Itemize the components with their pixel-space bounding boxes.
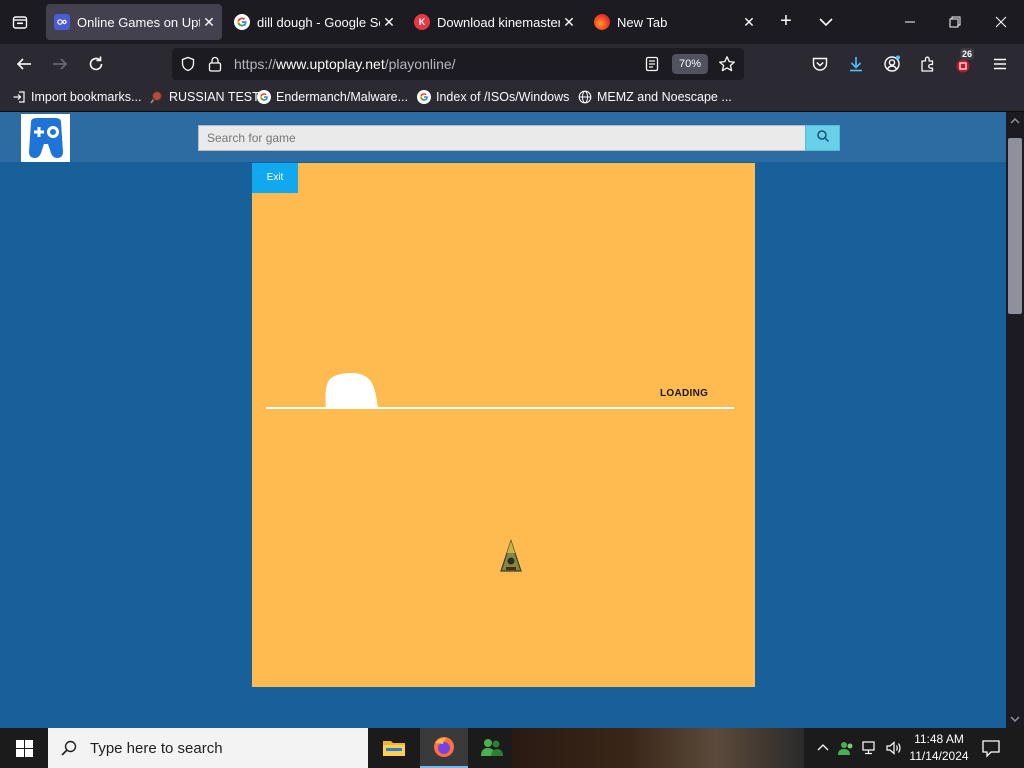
- tab-title: Download kinemaster: [437, 14, 560, 30]
- taskbar-background-image: [512, 728, 804, 768]
- search-button[interactable]: [805, 125, 840, 151]
- search-icon: [60, 739, 78, 757]
- magnifier-icon: [150, 90, 164, 104]
- windows-start-icon[interactable]: [0, 728, 48, 768]
- scroll-up-icon[interactable]: [1009, 114, 1021, 126]
- google-icon: [257, 90, 271, 104]
- bookmarks-toolbar: Import bookmarks... RUSSIAN TEST Enderma…: [0, 84, 1024, 112]
- taskbar-search-placeholder: Type here to search: [90, 739, 223, 757]
- network-icon[interactable]: [860, 738, 880, 758]
- bookmark-isos-windows[interactable]: Index of /ISOs/Windows: [417, 90, 569, 104]
- minimize-icon[interactable]: [896, 8, 924, 36]
- site-header: Search for game: [0, 112, 1006, 162]
- game-frame[interactable]: Exit LOADING: [252, 163, 755, 687]
- messenger-people-icon[interactable]: [468, 728, 516, 768]
- game-character-sprite: [498, 539, 524, 575]
- firefox-taskbar-icon[interactable]: [420, 728, 468, 768]
- exit-button[interactable]: Exit: [252, 163, 298, 193]
- bookmark-label: Index of /ISOs/Windows: [436, 90, 570, 104]
- url-scheme: https://: [234, 56, 277, 72]
- search-icon: [816, 129, 830, 148]
- extensions-icon[interactable]: [916, 52, 940, 76]
- loading-bar-track: [266, 407, 734, 409]
- clock-date: 11/14/2024: [909, 749, 969, 763]
- tab-title: Online Games on Uptoplay: [77, 14, 200, 30]
- bookmark-label: RUSSIAN TEST: [169, 90, 260, 104]
- forward-arrow-icon[interactable]: [48, 52, 72, 76]
- reload-icon[interactable]: [84, 52, 108, 76]
- close-window-icon[interactable]: [987, 8, 1015, 36]
- downloads-icon[interactable]: [844, 52, 868, 76]
- addon-badge-icon[interactable]: 26: [952, 48, 976, 76]
- back-arrow-icon[interactable]: [12, 52, 36, 76]
- volume-icon[interactable]: [884, 738, 904, 758]
- tab-google-search[interactable]: dill dough - Google Search ✕: [226, 4, 402, 40]
- bookmark-russian-test[interactable]: RUSSIAN TEST: [150, 90, 260, 104]
- zoom-level-button[interactable]: 70%: [672, 54, 708, 74]
- tab-new-tab[interactable]: New Tab ✕: [586, 4, 762, 40]
- close-tab-icon[interactable]: ✕: [740, 14, 758, 31]
- bookmark-memz[interactable]: MEMZ and Noescape ...: [578, 90, 732, 104]
- uptoplay-logo[interactable]: [21, 114, 70, 162]
- lock-icon[interactable]: [207, 55, 223, 78]
- close-tab-icon[interactable]: ✕: [380, 14, 398, 31]
- people-tray-icon[interactable]: [836, 738, 856, 758]
- loading-label: LOADING: [660, 388, 709, 399]
- chevron-up-icon[interactable]: [813, 738, 833, 758]
- tab-title: New Tab: [617, 14, 668, 30]
- firefox-icon: [594, 14, 610, 30]
- page-content: Search for game Exit LOADING: [0, 112, 1006, 728]
- url-host: www.uptoplay.net: [276, 56, 385, 72]
- hamburger-menu-icon[interactable]: [988, 52, 1012, 76]
- taskbar-search-box[interactable]: Type here to search: [48, 728, 368, 768]
- tab-strip: Online Games on Uptoplay ✕ dill dough - …: [0, 0, 1024, 44]
- account-icon[interactable]: [880, 52, 904, 76]
- tab-kinemaster[interactable]: K Download kinemaster ✕: [406, 4, 582, 40]
- bookmark-label: Endermanch/Malware...: [276, 90, 409, 104]
- clock-time: 11:48 AM: [914, 732, 964, 746]
- kinemaster-icon: K: [414, 14, 430, 30]
- file-explorer-icon[interactable]: [370, 728, 418, 768]
- navigation-toolbar: https://www.uptoplay.net/playonline/ 70%…: [0, 44, 1024, 84]
- address-bar[interactable]: https://www.uptoplay.net/playonline/ 70%: [172, 48, 744, 80]
- bookmark-import[interactable]: Import bookmarks...: [12, 90, 141, 104]
- close-tab-icon[interactable]: ✕: [200, 14, 218, 31]
- notification-center-icon[interactable]: [980, 737, 1002, 759]
- bookmark-star-icon[interactable]: [718, 55, 736, 78]
- windows-taskbar: Type here to search 11:48 AM 11/14/2024: [0, 728, 1024, 768]
- loading-blob: [322, 371, 380, 409]
- tab-title: dill dough - Google Search: [257, 14, 380, 30]
- bookmark-label: Import bookmarks...: [31, 90, 142, 104]
- google-icon: [417, 90, 431, 104]
- google-icon: [234, 14, 250, 30]
- import-icon: [12, 90, 26, 104]
- tab-uptoplay[interactable]: Online Games on Uptoplay ✕: [46, 4, 222, 40]
- extensions-badge-count: 26: [960, 48, 975, 60]
- uptoplay-icon: [54, 14, 70, 30]
- restore-icon[interactable]: [941, 8, 969, 36]
- reader-view-icon[interactable]: [644, 56, 660, 77]
- scroll-down-icon[interactable]: [1009, 712, 1021, 724]
- game-search-input[interactable]: Search for game: [198, 125, 806, 151]
- scrollbar-thumb[interactable]: [1008, 138, 1022, 314]
- firefox-view-icon[interactable]: [8, 10, 32, 34]
- url-path: /playonline/: [384, 56, 456, 72]
- bookmark-label: MEMZ and Noescape ...: [597, 90, 732, 104]
- shield-icon[interactable]: [180, 56, 196, 77]
- globe-icon: [578, 90, 592, 104]
- chevron-down-icon[interactable]: [814, 10, 838, 34]
- page-scrollbar[interactable]: [1006, 112, 1024, 728]
- new-tab-icon[interactable]: +: [774, 10, 798, 34]
- bookmark-endermanch[interactable]: Endermanch/Malware...: [257, 90, 408, 104]
- taskbar-clock[interactable]: 11:48 AM 11/14/2024: [904, 731, 974, 765]
- pocket-icon[interactable]: [808, 52, 832, 76]
- close-tab-icon[interactable]: ✕: [560, 14, 578, 31]
- url-text[interactable]: https://www.uptoplay.net/playonline/: [234, 56, 456, 72]
